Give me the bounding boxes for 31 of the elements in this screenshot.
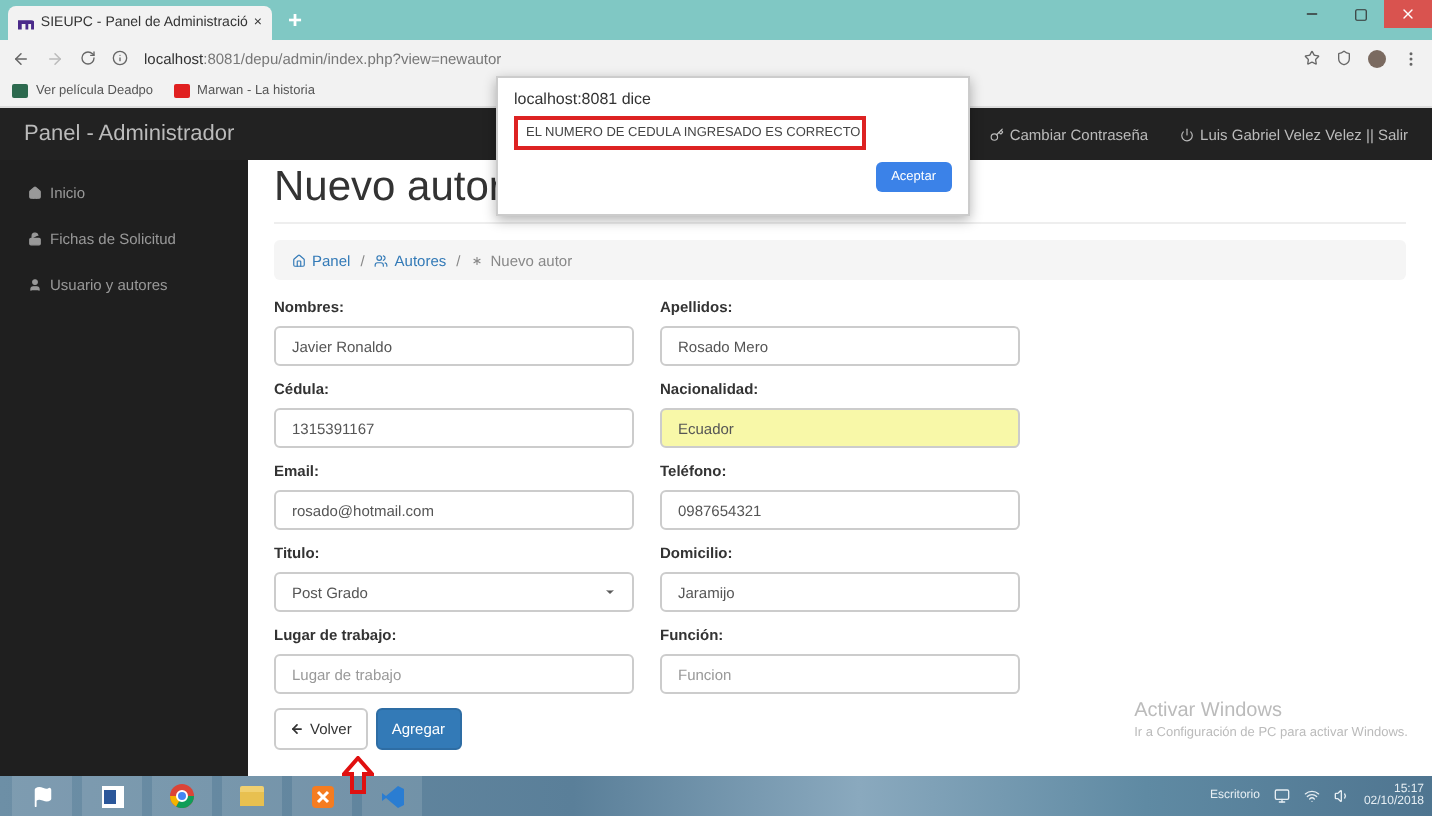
users-icon [374, 253, 389, 267]
avatar-icon[interactable] [1368, 49, 1386, 67]
key-icon [989, 127, 1004, 141]
network-icon[interactable] [1273, 788, 1290, 804]
asterisk-icon [470, 253, 485, 267]
reload-icon[interactable] [80, 50, 96, 66]
arrow-icon [342, 756, 374, 794]
close-icon [1400, 6, 1416, 22]
caret-icon [604, 586, 616, 598]
start-icon[interactable] [12, 776, 72, 816]
folder-icon[interactable] [222, 776, 282, 816]
restore-icon[interactable] [1353, 7, 1367, 21]
info-icon [112, 50, 128, 66]
back-icon[interactable] [12, 49, 30, 67]
arrow-left-icon [290, 722, 304, 736]
volume-icon[interactable] [1333, 788, 1350, 804]
wifi-icon[interactable] [1303, 788, 1320, 804]
shield-icon[interactable] [1336, 50, 1352, 66]
unlock-icon [28, 232, 42, 246]
home-icon [28, 186, 42, 200]
dialog-title: localhost:8081 dice [514, 90, 653, 108]
close-button[interactable] [1384, 0, 1432, 28]
user-icon [28, 278, 42, 292]
power-icon [1180, 127, 1195, 141]
logo-icon [18, 17, 35, 29]
home-icon [292, 253, 306, 267]
bookmark-icon [173, 84, 190, 98]
activation-title: Activar Windows [1134, 700, 1284, 722]
navbar-brand[interactable]: Panel - Administrador [24, 122, 235, 146]
bookmark-icon [12, 84, 28, 98]
star-icon[interactable] [1304, 50, 1320, 66]
